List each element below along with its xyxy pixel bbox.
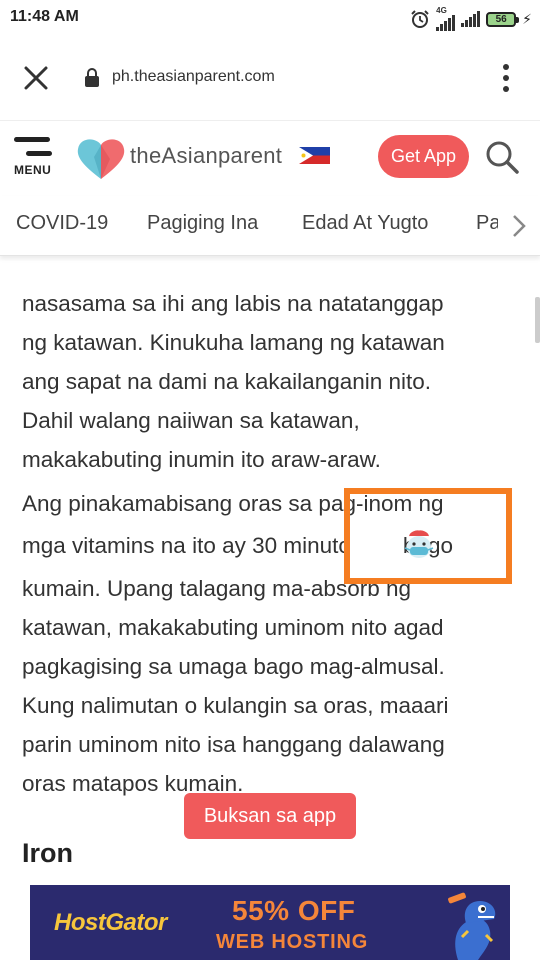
philippines-flag-icon xyxy=(299,147,330,164)
battery-icon: 56 xyxy=(486,11,520,27)
text-line: ang sapat na dami na kakailanganin nito. xyxy=(22,369,432,394)
chevron-right-icon[interactable] xyxy=(512,214,526,238)
ad-brand: HostGator xyxy=(54,909,167,936)
lock-icon xyxy=(85,68,99,87)
signal-icon xyxy=(461,11,481,27)
more-options-icon[interactable] xyxy=(496,64,516,92)
status-icons: 4G 56 ⚡ xyxy=(410,7,532,31)
get-app-button[interactable]: Get App xyxy=(378,135,469,178)
cut-off-line: Natatunaw ang mga ito sa tubig at xyxy=(22,257,363,264)
text-line: nasasama sa ihi ang labis na natatanggap xyxy=(22,291,444,316)
category-tabs: COVID-19 Pagiging Ina Edad At Yugto Pag xyxy=(0,196,540,256)
tab-edad-at-yugto[interactable]: Edad At Yugto xyxy=(302,212,428,235)
menu-label: MENU xyxy=(14,163,52,177)
url-text[interactable]: ph.theasianparent.com xyxy=(112,68,275,86)
text-line: makakabuting inumin ito araw-araw. xyxy=(22,447,381,472)
signal-4g-icon: 4G xyxy=(436,7,456,31)
masked-face-emoji-icon xyxy=(404,525,434,558)
battery-level: 56 xyxy=(495,13,507,25)
text-line: katawan, makakabuting uminom nito agad xyxy=(22,615,444,640)
text-line: pagkagising sa umaga bago mag-almusal. xyxy=(22,654,445,679)
open-in-app-button[interactable]: Buksan sa app xyxy=(184,793,356,839)
tab-covid-19[interactable]: COVID-19 xyxy=(16,212,108,235)
ad-offer: 55% OFF xyxy=(232,895,356,926)
ad-subtitle: WEB HOSTING xyxy=(216,931,369,953)
section-heading: Iron xyxy=(22,838,73,868)
site-header: MENU theAsianparent Get App xyxy=(0,120,540,196)
text-line: Kung nalimutan o kulangin sa oras, maaar… xyxy=(22,693,449,718)
tab-pagiging-ina[interactable]: Pagiging Ina xyxy=(147,212,258,235)
scrollbar-thumb[interactable] xyxy=(535,297,540,343)
status-time: 11:48 AM xyxy=(10,8,79,25)
browser-url-bar: ph.theasianparent.com xyxy=(0,36,540,120)
close-icon[interactable] xyxy=(20,62,52,94)
paragraph-1: nasasama sa ihi ang labis na natatanggap… xyxy=(22,284,445,479)
menu-button[interactable]: MENU xyxy=(12,135,56,185)
alarm-icon xyxy=(411,10,429,28)
logo-text[interactable]: theAsianparent xyxy=(130,143,282,169)
text-line: Dahil walang naiiwan sa katawan, xyxy=(22,408,360,433)
status-bar: 11:48 AM 4G 56 ⚡ xyxy=(0,0,540,36)
text-line: parin uminom nito isa hanggang dalawang xyxy=(22,732,445,757)
ad-banner[interactable]: HostGator 55% OFF WEB HOSTING xyxy=(30,885,510,960)
hamburger-icon-bar xyxy=(26,151,52,156)
gator-mascot-icon xyxy=(448,892,496,960)
search-icon[interactable] xyxy=(484,139,520,175)
text-line-part: mga vitamins na ito ay 30 minuto xyxy=(22,533,351,558)
charging-icon: ⚡ xyxy=(522,10,532,27)
hamburger-icon xyxy=(14,137,50,142)
text-line: ng katawan. Kinukuha lamang ng katawan xyxy=(22,330,445,355)
logo-heart-icon[interactable] xyxy=(76,137,126,181)
